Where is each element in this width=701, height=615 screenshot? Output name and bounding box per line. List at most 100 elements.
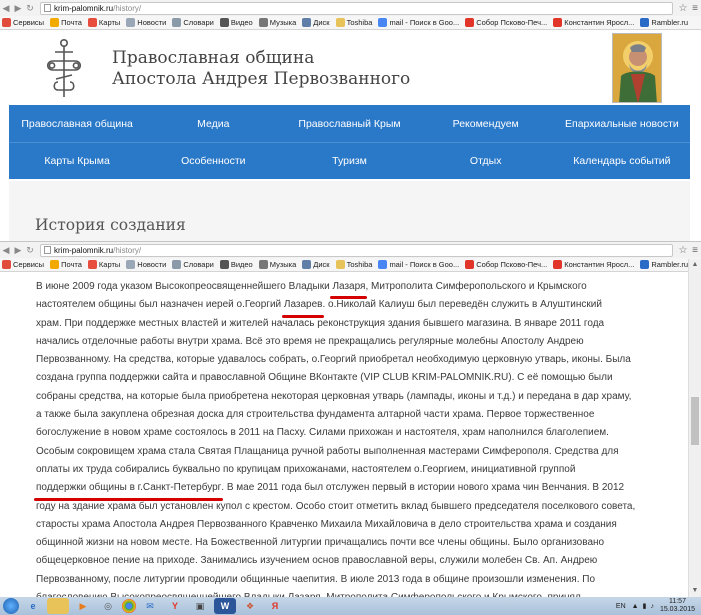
clock-time: 11:57 [668,598,686,605]
bookmark-mail[interactable]: Почта [50,260,82,269]
url-input[interactable]: krim-palomnik.ru/history/ [40,1,673,15]
star-icon[interactable]: ☆ [677,3,689,14]
nav-item-orthodox-community[interactable]: Православная община [9,118,145,130]
bookmark-label: Почта [61,260,82,269]
folder-icon[interactable] [47,598,69,614]
nav-item-crimea-maps[interactable]: Карты Крыма [9,155,145,167]
dictionary-icon [172,18,182,27]
app-circle-icon[interactable]: ◎ [97,598,119,614]
bookmark-sobor[interactable]: Собор Псково-Печ... [465,260,547,269]
bookmark-sobor[interactable]: Собор Псково-Печ... [465,18,547,27]
nav-item-media[interactable]: Медиа [145,118,281,130]
language-indicator[interactable]: EN [616,603,626,610]
article-line: храм. При поддержке местных властей и жи… [36,317,605,329]
url-input[interactable]: krim-palomnik.ru/history/ [40,243,673,257]
bookmark-google-search[interactable]: mail - Поиск в Goo... [378,260,459,269]
menu-icon[interactable]: ≡ [689,245,701,256]
chrome-icon[interactable] [122,599,136,613]
apps-icon [2,18,11,27]
bookmark-label: Константин Яросл... [564,18,635,27]
nav-item-recommended[interactable]: Рекомендуем [418,118,554,130]
dictionary-icon [172,260,182,269]
bookmark-dictionaries[interactable]: Словари [172,18,214,27]
start-button-icon[interactable] [3,598,19,614]
article-line: Первозванному. На средства, которые удав… [36,354,631,366]
network-icon[interactable]: ▮ [643,602,647,610]
yandex-icon [465,18,475,27]
article-line: создана группа поддержки сайта и правосл… [36,372,613,384]
bookmark-music[interactable]: Музыка [258,260,296,269]
bookmark-news[interactable]: Новости [126,18,166,27]
maps-icon [87,260,97,269]
media-player-icon[interactable]: ▶ [72,598,94,614]
nav-item-event-calendar[interactable]: Календарь событий [554,155,690,167]
site-title[interactable]: Православная община Апостола Андрея Перв… [112,48,410,90]
yandex-browser-icon[interactable]: Y [164,598,186,614]
tray-arrow-icon[interactable]: ▲ [632,603,639,610]
bookmark-konstantin[interactable]: Константин Яросл... [553,18,634,27]
bookmark-label: Словари [183,260,214,269]
bookmark-disk[interactable]: Диск [302,18,330,27]
vertical-scrollbar[interactable]: ▲ ▼ [688,259,701,597]
underlined-name-lazarev: Лазарев [281,296,325,318]
menu-icon[interactable]: ≡ [689,3,701,14]
orthodox-cross-logo-icon[interactable] [44,38,84,98]
volume-icon[interactable]: ♪ [650,603,654,610]
article-line: В июне 2009 года указом Высокопреосвящен… [36,278,668,300]
bookmark-konstantin[interactable]: Константин Яросл... [553,260,634,269]
bookmark-label: Словари [183,18,214,27]
bookmark-disk[interactable]: Диск [302,260,330,269]
bookmark-video[interactable]: Видео [219,18,253,27]
url-domain: krim-palomnik.ru [54,245,114,255]
bookmark-services[interactable]: Сервисы [2,18,44,27]
yandex-icon[interactable]: Я [264,598,286,614]
bookmark-services[interactable]: Сервисы [2,260,44,269]
scroll-down-arrow-icon[interactable]: ▼ [689,585,701,597]
back-arrow-icon[interactable]: ◀ [0,244,12,256]
saint-portrait-icon [613,34,661,102]
bookmark-toshiba[interactable]: Toshiba [335,18,372,27]
forward-arrow-icon[interactable]: ▶ [12,244,24,256]
rambler-icon [640,260,650,269]
bookmark-label: Новости [137,260,167,269]
clock[interactable]: 11:57 15.03.2015 [660,598,695,614]
bookmark-maps[interactable]: Карты [87,260,120,269]
mail-icon[interactable]: ✉ [139,598,161,614]
nav-item-features[interactable]: Особенности [145,155,281,167]
star-icon[interactable]: ☆ [677,245,689,256]
article-line: богослужение в новом храме состоялось в … [36,427,609,439]
bookmark-rambler[interactable]: Rambler.ru [640,18,688,27]
nav-item-tourism[interactable]: Туризм [281,155,417,167]
reload-icon[interactable]: ↻ [24,2,36,14]
mail-icon [50,260,60,269]
bookmark-music[interactable]: Музыка [258,18,296,27]
maps-icon [87,18,97,27]
scrollbar-thumb[interactable] [691,397,699,445]
word-icon[interactable]: W [214,598,236,614]
site-header: Православная община Апостола Андрея Перв… [0,30,701,105]
bookmark-rambler[interactable]: Rambler.ru [640,260,688,269]
bookmark-label: Видео [230,260,253,269]
address-bar-top: ◀ ▶ ↻ krim-palomnik.ru/history/ ☆ ≡ [0,0,701,16]
scroll-up-arrow-icon[interactable]: ▲ [689,259,701,271]
bookmark-maps[interactable]: Карты [87,18,120,27]
forward-arrow-icon[interactable]: ▶ [12,2,24,14]
reload-icon[interactable]: ↻ [24,244,36,256]
video-icon [219,18,229,27]
app-icon[interactable]: ❖ [239,598,261,614]
ie-icon[interactable]: e [22,598,44,614]
bookmark-toshiba[interactable]: Toshiba [335,260,372,269]
bookmark-video[interactable]: Видео [219,260,253,269]
nav-item-eparchy-news[interactable]: Епархиальные новости [554,118,690,130]
nav-item-leisure[interactable]: Отдых [418,155,554,167]
bookmark-mail[interactable]: Почта [50,18,82,27]
nav-item-orthodox-crimea[interactable]: Православный Крым [281,118,417,130]
back-arrow-icon[interactable]: ◀ [0,2,12,14]
article-body: В июне 2009 года указом Высокопреосвящен… [33,278,668,607]
main-nav: Православная община Медиа Православный К… [9,105,690,179]
bookmark-google-search[interactable]: mail - Поиск в Goo... [378,18,459,27]
bookmark-news[interactable]: Новости [126,260,166,269]
bookmark-dictionaries[interactable]: Словари [172,260,214,269]
app-icon[interactable]: ▣ [189,598,211,614]
bookmark-label: Видео [230,18,253,27]
